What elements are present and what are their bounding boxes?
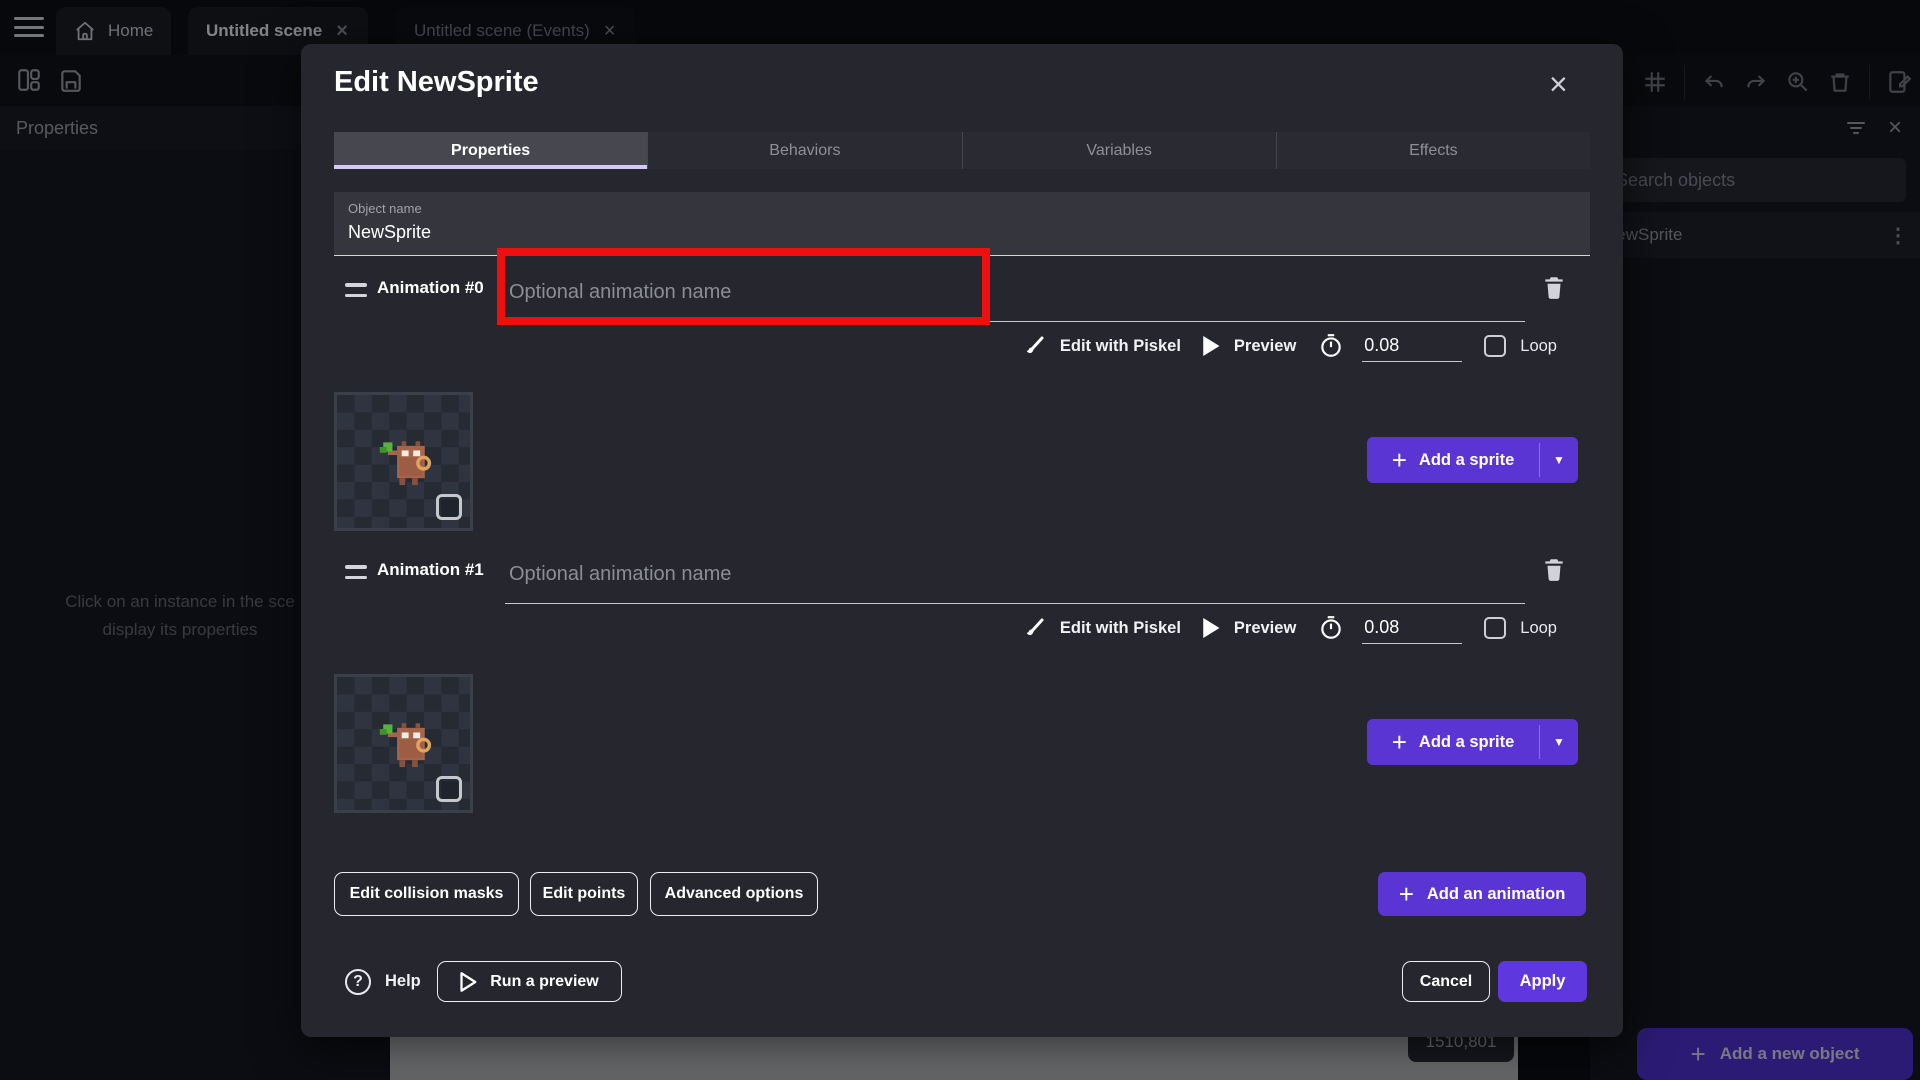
help-button[interactable]: ? Help (345, 961, 421, 1002)
edit-sprite-dialog: Edit NewSprite × Properties Behaviors Va… (301, 44, 1623, 1037)
help-icon: ? (345, 969, 371, 995)
loop-checkbox[interactable] (1484, 335, 1506, 357)
loop-label: Loop (1520, 619, 1557, 638)
animation-name-input[interactable] (505, 546, 1525, 604)
delete-animation-icon[interactable] (1541, 556, 1567, 582)
chevron-down-icon[interactable]: ▼ (1540, 437, 1578, 483)
animation-controls: Edit with Piskel Preview Loop (301, 610, 1557, 646)
dialog-title: Edit NewSprite (334, 66, 539, 99)
add-animation-button[interactable]: + Add an animation (1378, 872, 1586, 916)
dialog-close-icon[interactable]: × (1549, 68, 1568, 100)
plus-icon: + (1392, 729, 1407, 755)
object-name-field[interactable]: Object name NewSprite (334, 192, 1590, 256)
cancel-button[interactable]: Cancel (1402, 961, 1490, 1002)
preview-button[interactable]: Preview (1203, 618, 1296, 638)
edit-with-piskel-button[interactable]: Edit with Piskel (1023, 334, 1181, 358)
edit-points-button[interactable]: Edit points (530, 872, 638, 916)
pixel-creature-sprite (374, 432, 434, 492)
add-sprite-button[interactable]: + Add a sprite ▼ (1367, 719, 1578, 765)
animation-block-1: Animation #1 Edit with Piskel Preview (301, 544, 1623, 814)
play-icon (1203, 618, 1221, 638)
object-name-value[interactable]: NewSprite (348, 222, 1576, 243)
stopwatch-icon (1318, 333, 1344, 359)
select-sprite-checkbox[interactable] (436, 776, 462, 802)
time-between-frames-input[interactable] (1362, 330, 1462, 362)
sprite-thumbnail[interactable] (334, 674, 473, 813)
apply-button[interactable]: Apply (1498, 961, 1587, 1002)
plus-icon: + (1399, 881, 1414, 907)
tab-effects[interactable]: Effects (1277, 132, 1590, 169)
play-outline-icon (460, 972, 478, 992)
drag-handle-icon[interactable] (345, 565, 367, 579)
animation-label: Animation #1 (377, 560, 484, 580)
tab-behaviors[interactable]: Behaviors (648, 132, 962, 169)
preview-button[interactable]: Preview (1203, 336, 1296, 356)
object-name-label: Object name (348, 201, 1576, 216)
plus-icon: + (1392, 447, 1407, 473)
tab-properties[interactable]: Properties (334, 132, 648, 169)
highlight-rectangle (497, 248, 990, 325)
loop-checkbox[interactable] (1484, 617, 1506, 639)
pixel-creature-sprite (374, 714, 434, 774)
app-root: Home Untitled scene × Untitled scene (Ev… (0, 0, 1920, 1080)
delete-animation-icon[interactable] (1541, 274, 1567, 300)
time-between-frames-input[interactable] (1362, 612, 1462, 644)
loop-label: Loop (1520, 337, 1557, 356)
animation-controls: Edit with Piskel Preview Loop (301, 328, 1557, 364)
select-sprite-checkbox[interactable] (436, 494, 462, 520)
edit-collision-masks-button[interactable]: Edit collision masks (334, 872, 519, 916)
stopwatch-icon (1318, 615, 1344, 641)
run-preview-button[interactable]: Run a preview (437, 961, 622, 1002)
animation-label: Animation #0 (377, 278, 484, 298)
edit-with-piskel-button[interactable]: Edit with Piskel (1023, 616, 1181, 640)
brush-icon (1023, 616, 1047, 640)
tab-variables[interactable]: Variables (963, 132, 1277, 169)
chevron-down-icon[interactable]: ▼ (1540, 719, 1578, 765)
drag-handle-icon[interactable] (345, 283, 367, 297)
play-icon (1203, 336, 1221, 356)
animation-name-field[interactable] (505, 546, 1525, 604)
brush-icon (1023, 334, 1047, 358)
sprite-thumbnail[interactable] (334, 392, 473, 531)
dialog-tabbar: Properties Behaviors Variables Effects (334, 132, 1590, 169)
advanced-options-button[interactable]: Advanced options (650, 872, 818, 916)
add-sprite-button[interactable]: + Add a sprite ▼ (1367, 437, 1578, 483)
